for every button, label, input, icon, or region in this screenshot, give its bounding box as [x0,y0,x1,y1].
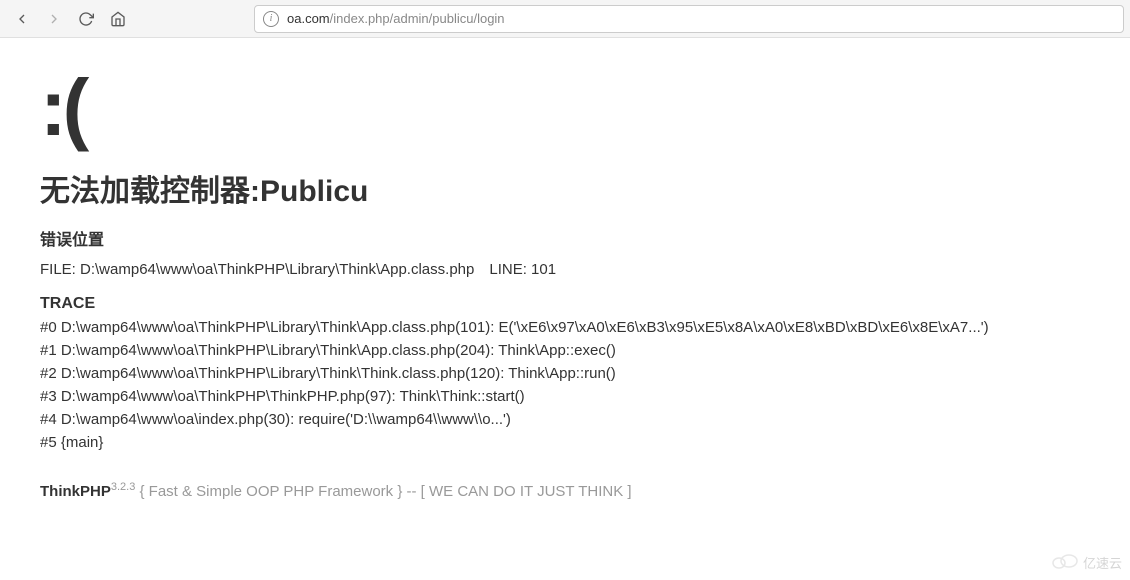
trace-line: #5 {main} [40,434,1090,451]
trace-line: #4 D:\wamp64\www\oa\index.php(30): requi… [40,411,1090,428]
trace-line: #3 D:\wamp64\www\oa\ThinkPHP\ThinkPHP.ph… [40,388,1090,405]
file-prefix: FILE: [40,261,80,278]
home-button[interactable] [103,4,133,34]
trace-label: TRACE [40,295,1090,313]
url-domain: oa.com [287,11,330,26]
url-path: /index.php/admin/publicu/login [330,11,505,26]
watermark: 亿速云 [1051,553,1122,572]
footer-tagline: { Fast & Simple OOP PHP Framework } -- [… [135,483,631,500]
line-number: 101 [531,261,556,278]
error-location: FILE: D:\wamp64\www\oa\ThinkPHP\Library\… [40,258,1090,279]
trace-line: #0 D:\wamp64\www\oa\ThinkPHP\Library\Thi… [40,319,1090,336]
error-location-label: 错误位置 [40,226,1090,250]
file-path: D:\wamp64\www\oa\ThinkPHP\Library\Think\… [80,261,474,278]
line-prefix: LINE: [474,261,531,278]
error-title: 无法加载控制器:Publicu [40,166,1090,210]
address-bar[interactable]: i oa.com/index.php/admin/publicu/login [254,5,1124,33]
trace-line: #2 D:\wamp64\www\oa\ThinkPHP\Library\Thi… [40,365,1090,382]
error-page-content: :( 无法加载控制器:Publicu 错误位置 FILE: D:\wamp64\… [0,38,1130,520]
back-button[interactable] [7,4,37,34]
reload-button[interactable] [71,4,101,34]
watermark-text: 亿速云 [1083,553,1122,572]
info-icon: i [263,11,279,27]
trace-line: #1 D:\wamp64\www\oa\ThinkPHP\Library\Thi… [40,342,1090,359]
forward-button[interactable] [39,4,69,34]
footer-version: 3.2.3 [111,481,135,493]
footer: ThinkPHP3.2.3 { Fast & Simple OOP PHP Fr… [40,481,1090,500]
browser-toolbar: i oa.com/index.php/admin/publicu/login [0,0,1130,38]
cloud-icon [1051,553,1079,572]
footer-brand: ThinkPHP [40,483,111,500]
sad-face-icon: :( [40,68,1090,148]
